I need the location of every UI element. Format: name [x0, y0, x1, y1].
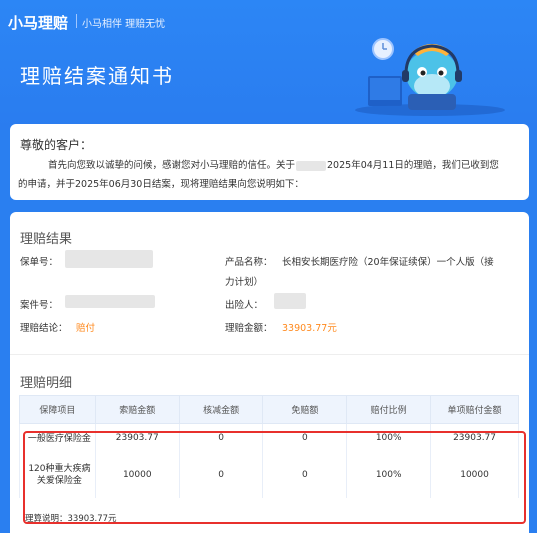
redacted-insured: [274, 293, 306, 309]
policy-no-label: 保单号：: [20, 257, 59, 268]
intro-text-2: 2025年04月11日的理赔，我们已收到您: [327, 160, 499, 171]
column-header: 索赔金额: [94, 395, 180, 424]
result-card: 理赔结果 保单号： 产品名称： 长相安长期医疗险（20年保证续保）一个人版（接 …: [10, 212, 529, 533]
conclusion-label: 理赔结论：: [20, 323, 68, 334]
greeting: 尊敬的客户：: [20, 138, 93, 152]
case-no-label: 案件号：: [20, 300, 59, 311]
brand-divider: [76, 14, 77, 28]
column-header: 核减金额: [178, 395, 264, 424]
product-value-1: 长相安长期医疗险（20年保证续保）一个人版（接: [282, 257, 494, 268]
product-label: 产品名称：: [225, 257, 273, 268]
amount-label: 理赔金额：: [225, 323, 273, 334]
page-title: 理赔结案通知书: [20, 64, 174, 88]
column-header: 赔付比例: [346, 395, 432, 424]
redacted-name: [296, 160, 327, 171]
column-header: 单项赔付金额: [430, 395, 519, 424]
redacted-policy-no: [65, 250, 153, 268]
column-header: 免赔额: [262, 395, 348, 424]
section-divider: [10, 354, 529, 355]
amount-value: 33903.77元: [282, 323, 337, 334]
result-section-title: 理赔结果: [20, 232, 73, 247]
letter-card: 尊敬的客户： 首先向您致以诚挚的问候，感谢您对小马理赔的信任。关于 2025年04…: [10, 124, 529, 200]
conclusion-value: 赔付: [76, 323, 96, 334]
product-value-2: 力计划）: [225, 277, 264, 288]
column-header: 保障项目: [19, 395, 96, 424]
table-header-row: 保障项目 索赔金额 核减金额 免赔额 赔付比例 单项赔付金额: [19, 395, 519, 424]
intro-text-1: 首先向您致以诚挚的问候，感谢您对小马理赔的信任。关于: [48, 160, 296, 171]
intro-text-3: 的申请，并于2025年06月30日结案，现将理赔结果向您说明如下：: [18, 179, 304, 190]
insured-label: 出险人：: [225, 300, 264, 311]
page-header: 小马理赔 小马相伴 理赔无忧 理赔结案通知书: [0, 0, 537, 130]
highlight-box: [23, 431, 526, 524]
brand-slogan: 小马相伴 理赔无忧: [82, 19, 166, 30]
customer-service-mascot-icon: [355, 38, 505, 116]
redacted-case-no: [65, 295, 155, 308]
brand-logo: 小马理赔: [8, 14, 69, 32]
intro-paragraph: 首先向您致以诚挚的问候，感谢您对小马理赔的信任。关于 2025年04月11日的理赔…: [18, 156, 523, 194]
detail-section-title: 理赔明细: [20, 376, 73, 391]
